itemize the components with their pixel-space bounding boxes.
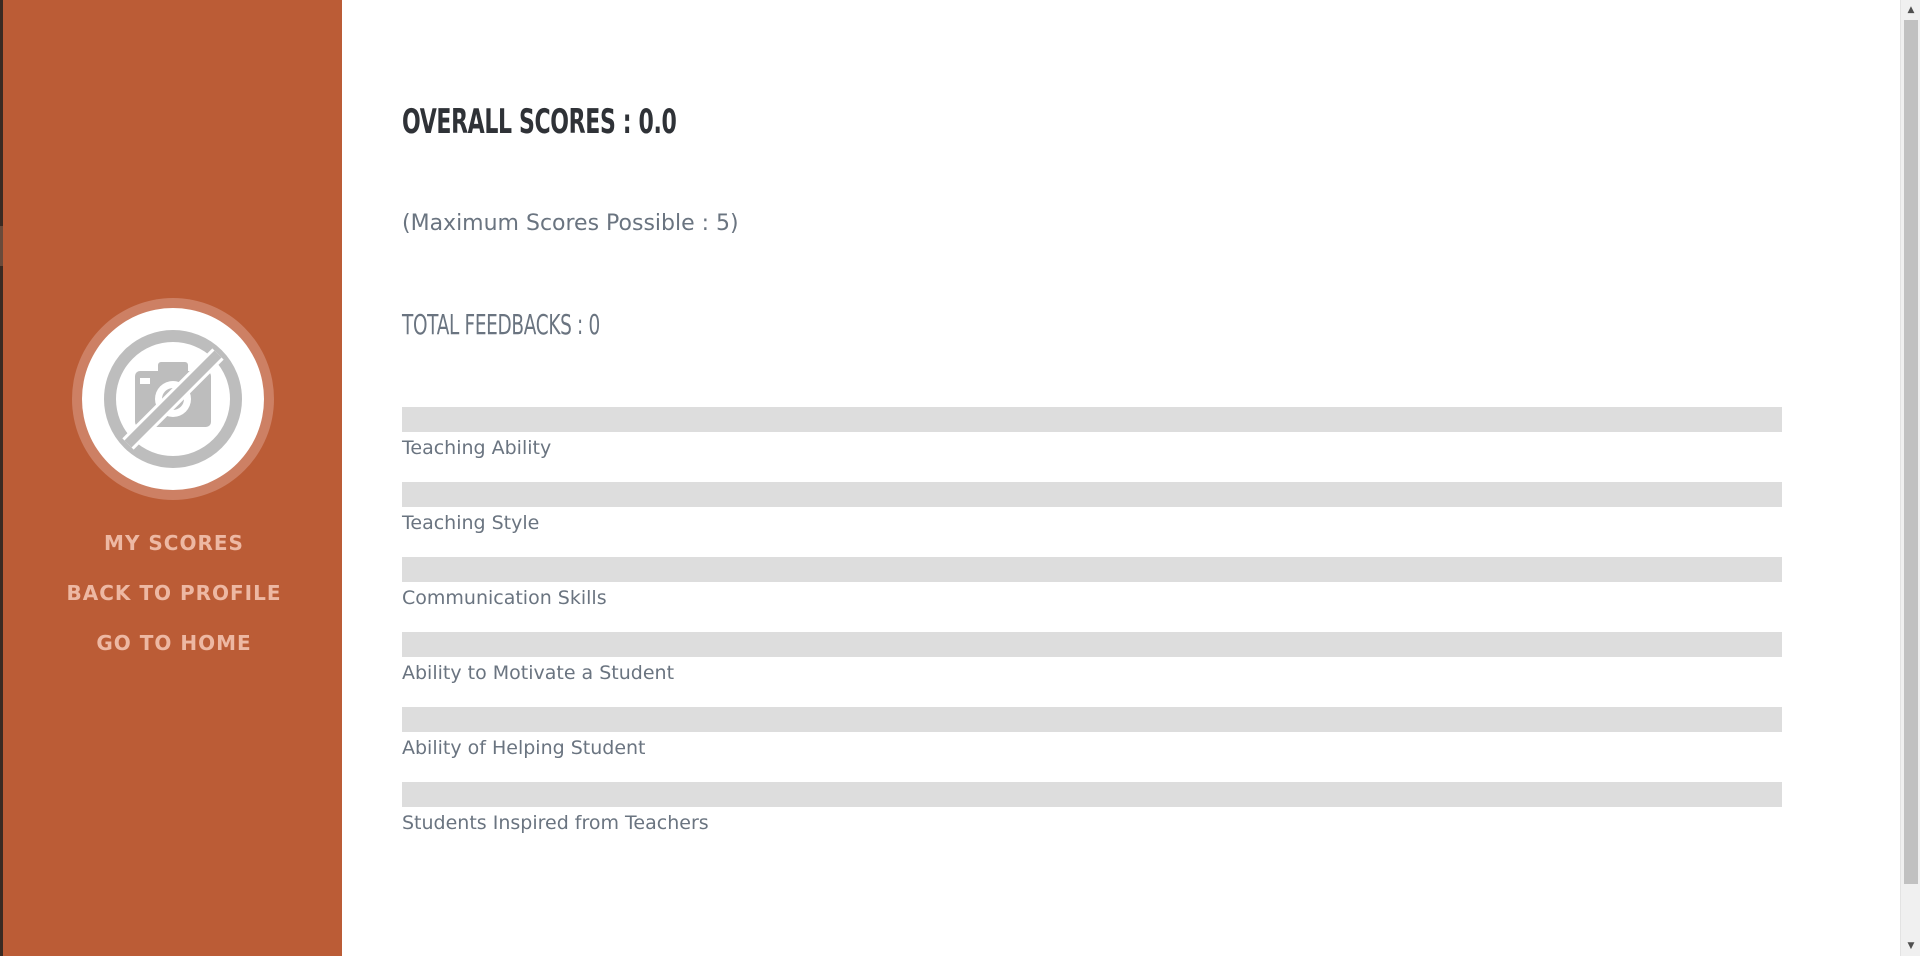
metric-ability-to-motivate: Ability to Motivate a Student — [402, 632, 1782, 707]
no-camera-icon — [104, 330, 242, 468]
progress-bar — [402, 632, 1782, 657]
nav-my-scores-link[interactable]: MY SCORES — [3, 526, 345, 576]
progress-bar — [402, 557, 1782, 582]
sidebar-nav: MY SCORES BACK TO PROFILE GO TO HOME — [3, 526, 345, 676]
scroll-up-arrow-icon[interactable]: ▲ — [1901, 2, 1920, 18]
metric-label: Ability to Motivate a Student — [402, 662, 675, 684]
vertical-scrollbar[interactable]: ▲ ▼ — [1900, 0, 1920, 956]
progress-bar — [402, 407, 1782, 432]
max-scores-note: (Maximum Scores Possible : 5) — [402, 211, 739, 236]
scrollbar-thumb[interactable] — [1904, 20, 1918, 884]
progress-bar — [402, 707, 1782, 732]
metric-label: Teaching Ability — [402, 437, 552, 459]
score-metrics: Teaching Ability Teaching Style Communic… — [402, 407, 1782, 857]
metric-teaching-style: Teaching Style — [402, 482, 1782, 557]
metric-students-inspired: Students Inspired from Teachers — [402, 782, 1782, 857]
metric-label: Ability of Helping Student — [402, 737, 646, 759]
metric-label: Teaching Style — [402, 512, 540, 534]
metric-teaching-ability: Teaching Ability — [402, 407, 1782, 482]
nav-go-to-home-link[interactable]: GO TO HOME — [3, 626, 345, 676]
metric-ability-of-helping: Ability of Helping Student — [402, 707, 1782, 782]
overall-scores-heading: OVERALL SCORES : 0.0 — [402, 102, 677, 142]
metric-label: Communication Skills — [402, 587, 607, 609]
nav-back-to-profile-link[interactable]: BACK TO PROFILE — [3, 576, 345, 626]
progress-bar — [402, 482, 1782, 507]
metric-label: Students Inspired from Teachers — [402, 812, 709, 834]
total-feedbacks-heading: TOTAL FEEDBACKS : 0 — [402, 308, 600, 341]
metric-communication-skills: Communication Skills — [402, 557, 1782, 632]
sidebar-edge-mark — [0, 226, 3, 266]
progress-bar — [402, 782, 1782, 807]
scroll-down-arrow-icon[interactable]: ▼ — [1901, 938, 1920, 954]
page: MY SCORES BACK TO PROFILE GO TO HOME OVE… — [0, 0, 1920, 956]
avatar-ring — [72, 298, 274, 500]
sidebar: MY SCORES BACK TO PROFILE GO TO HOME — [0, 0, 342, 956]
avatar — [82, 308, 264, 490]
